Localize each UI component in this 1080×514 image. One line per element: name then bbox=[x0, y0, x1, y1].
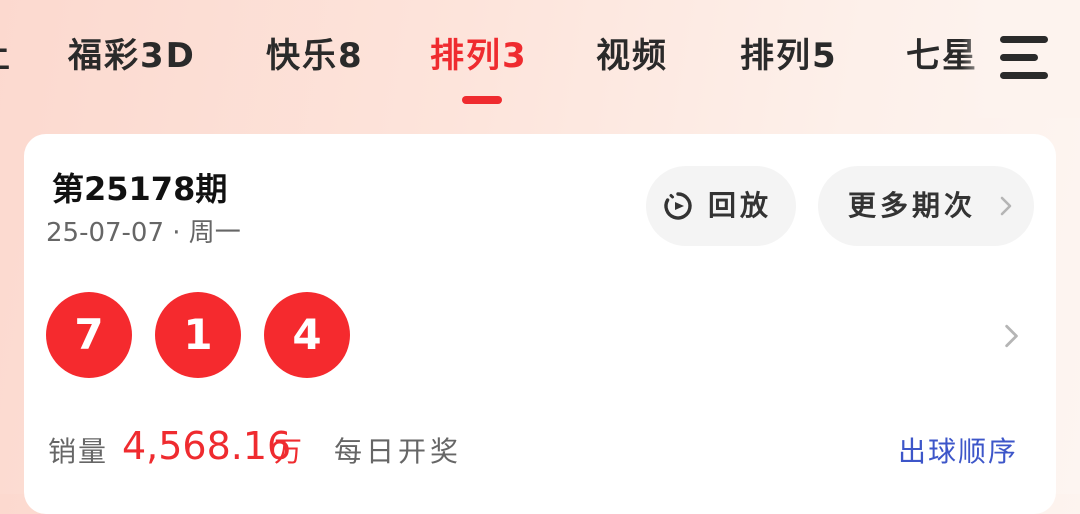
tab-video[interactable]: 视频 bbox=[596, 30, 668, 82]
tab-pailie-3[interactable]: 排列3 bbox=[430, 30, 528, 82]
ball-order-link[interactable]: 出球顺序 bbox=[898, 430, 1018, 470]
draw-frequency: 每日开奖 bbox=[334, 435, 463, 468]
tab-fucai-3d[interactable]: 福彩3D bbox=[68, 30, 196, 82]
more-issues-button[interactable]: 更多期次 bbox=[818, 166, 1034, 246]
lottery-tab-bar: 土 福彩3D 快乐8 排列3 视频 排列5 七星 bbox=[0, 0, 1080, 134]
tab-kuaile-8[interactable]: 快乐8 bbox=[266, 30, 364, 82]
winning-number-ball: 1 bbox=[155, 292, 241, 378]
chevron-right-icon bbox=[1000, 196, 1012, 216]
issue-title: 第25178期 bbox=[52, 170, 228, 208]
issue-date: 25-07-07 · 周一 bbox=[46, 218, 241, 248]
sales-value: 4,568.16 bbox=[122, 424, 292, 468]
tab-pailie-5[interactable]: 排列5 bbox=[740, 30, 838, 82]
active-tab-indicator bbox=[462, 96, 502, 104]
more-issues-label: 更多期次 bbox=[848, 189, 977, 222]
replay-button[interactable]: 回放 bbox=[646, 166, 796, 246]
tab-partial-left[interactable]: 土 bbox=[0, 30, 12, 82]
winning-number-ball: 4 bbox=[264, 292, 350, 378]
winning-number-ball: 7 bbox=[46, 292, 132, 378]
result-detail-chevron-icon[interactable] bbox=[998, 322, 1024, 350]
replay-timer-icon bbox=[664, 192, 692, 220]
sales-unit: 万 bbox=[274, 435, 303, 468]
replay-label: 回放 bbox=[708, 189, 773, 222]
hamburger-menu-icon[interactable] bbox=[1000, 36, 1048, 80]
draw-result-card: 第25178期 25-07-07 · 周一 回放 更多期次 7 1 4 销量 4… bbox=[24, 134, 1056, 514]
sales-label: 销量 bbox=[48, 435, 109, 468]
